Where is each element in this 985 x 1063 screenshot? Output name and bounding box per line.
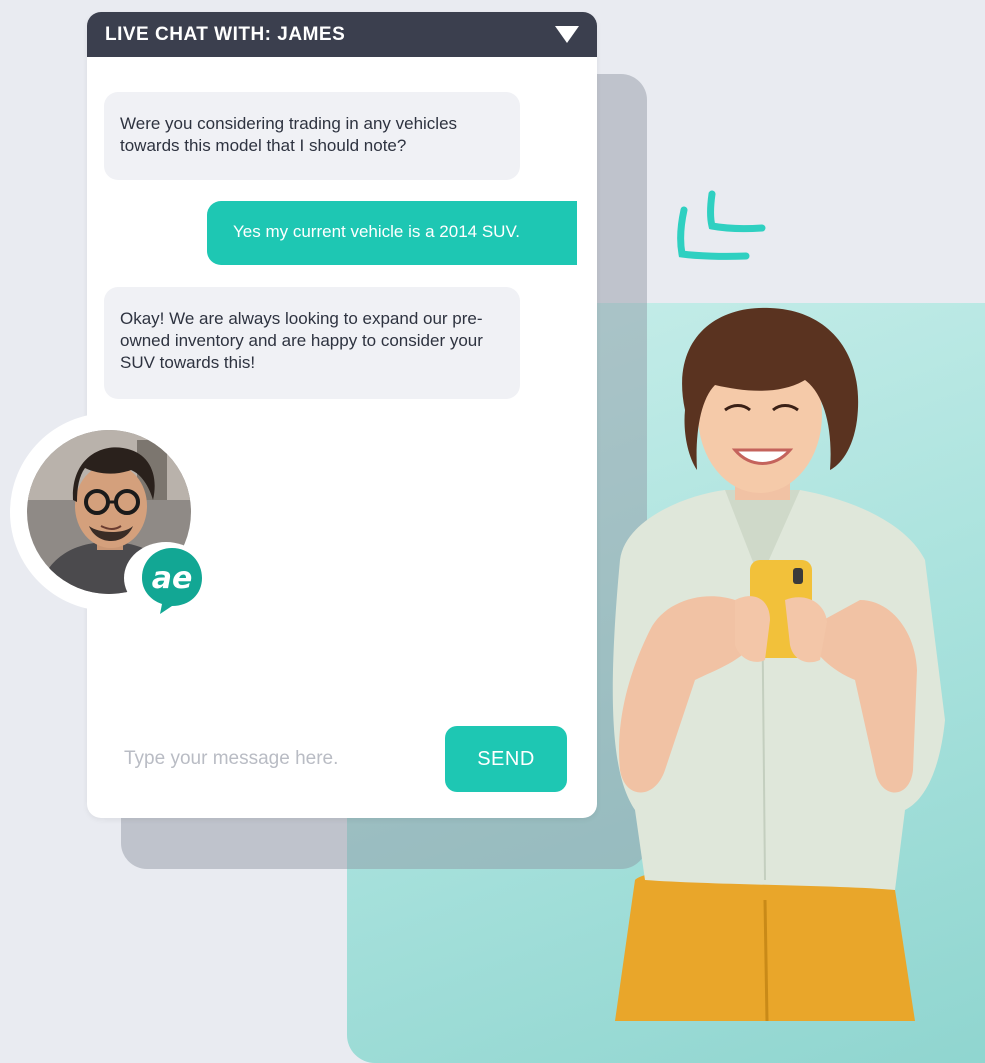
agent-message: Were you considering trading in any vehi… [104, 92, 520, 180]
ae-logo: ae [124, 542, 208, 614]
agent-message: Okay! We are always looking to expand ou… [104, 287, 520, 399]
double-corner-icon [677, 190, 766, 260]
chat-title: LIVE CHAT WITH: JAMES [105, 23, 346, 45]
brand-badge-text: ae [152, 561, 193, 596]
chat-window: LIVE CHAT WITH: JAMES Were you consideri… [87, 12, 597, 818]
triangle-down-icon[interactable] [555, 26, 579, 43]
send-button[interactable]: SEND [445, 726, 567, 792]
user-message: Yes my current vehicle is a 2014 SUV. [207, 201, 577, 265]
chat-header: LIVE CHAT WITH: JAMES [87, 12, 597, 57]
woman-with-phone-photo [612, 307, 945, 1021]
message-input[interactable] [122, 740, 426, 778]
